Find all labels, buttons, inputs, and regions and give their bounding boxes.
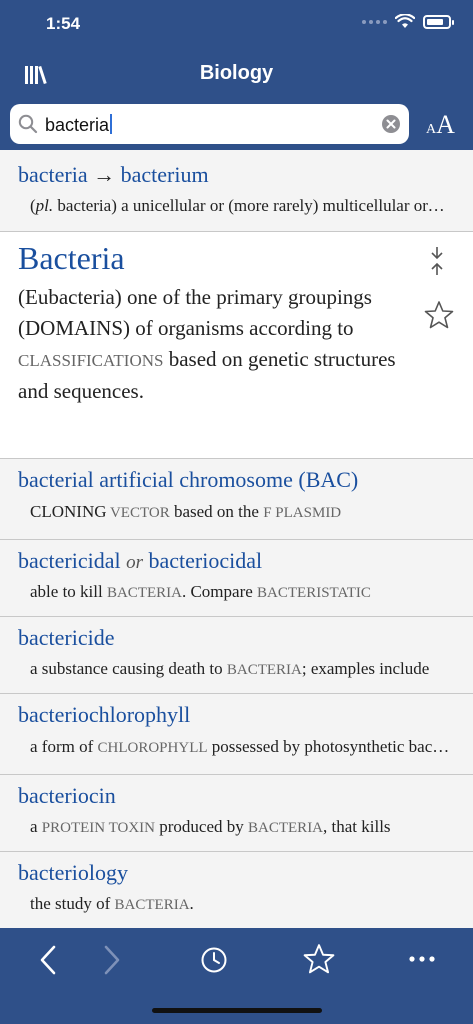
entry-definition: a form of CHLOROPHYLL possessed by photo… — [30, 737, 450, 756]
list-item[interactable]: bactericide a substance causing death to… — [0, 617, 473, 694]
entry-definition: the study of BACTERIA. — [30, 894, 194, 913]
star-icon[interactable] — [424, 300, 454, 330]
star-icon[interactable] — [303, 943, 335, 975]
entry-term: bactericide — [18, 625, 115, 650]
entry-term: bactericidal or bacteriocidal — [18, 548, 263, 573]
home-indicator — [152, 1008, 322, 1013]
entry-term: bacteriocin — [18, 783, 116, 808]
entry-term: bacteriology — [18, 860, 128, 885]
entry-term: bacteria → bacterium — [18, 162, 209, 187]
signal-icon — [362, 19, 387, 24]
entry-definition: (pl. bacteria) a unicellular or (more ra… — [30, 196, 450, 215]
entry-definition: a PROTEIN TOXIN produced by BACTERIA, th… — [30, 817, 391, 836]
list-item[interactable]: bacteriochlorophyll a form of CHLOROPHYL… — [0, 694, 473, 775]
list-item[interactable]: bacterial artificial chromosome (BAC) CL… — [0, 459, 473, 540]
clear-search-icon[interactable] — [382, 115, 400, 133]
top-bar: 1:54 Biology bacteria AA — [0, 0, 473, 150]
expanded-entry: Bacteria (Eubacteria) one of the primary… — [0, 232, 473, 459]
entry-definition: (Eubacteria) one of the primary grouping… — [18, 285, 396, 403]
wifi-icon — [395, 14, 415, 28]
entry-term: Bacteria — [18, 240, 125, 276]
entry-definition: a substance causing death to BACTERIA; e… — [30, 659, 430, 678]
list-item[interactable]: bacteriology the study of BACTERIA. — [0, 852, 473, 928]
battery-icon — [423, 14, 454, 29]
list-item[interactable]: bactericidal or bacteriocidal able to ki… — [0, 540, 473, 617]
status-time: 1:54 — [46, 14, 81, 33]
font-size-button[interactable]: AA — [426, 110, 455, 140]
more-icon[interactable] — [408, 954, 436, 964]
search-icon — [18, 114, 38, 134]
entry-term: bacterial artificial chromosome (BAC) — [18, 467, 359, 492]
status-icons — [362, 14, 454, 29]
clock-icon[interactable] — [200, 946, 228, 974]
entry-term: bacteriochlorophyll — [18, 702, 191, 727]
chevron-right-icon[interactable] — [100, 944, 124, 976]
entry-definition: CLONING VECTOR based on the F PLASMID — [30, 502, 342, 521]
page-title: Biology — [199, 62, 274, 84]
collapse-icon[interactable] — [428, 246, 446, 276]
entry-definition: able to kill BACTERIA. Compare BACTERIST… — [30, 582, 371, 601]
chevron-left-icon[interactable] — [36, 944, 60, 976]
list-item[interactable]: bacteriocin a PROTEIN TOXIN produced by … — [0, 775, 473, 852]
search-field[interactable]: bacteria — [10, 104, 409, 144]
list-item[interactable]: bacteria → bacterium (pl. bacteria) a un… — [0, 150, 473, 232]
search-input[interactable]: bacteria — [45, 114, 113, 136]
entry-list: bacteria → bacterium (pl. bacteria) a un… — [0, 150, 473, 928]
